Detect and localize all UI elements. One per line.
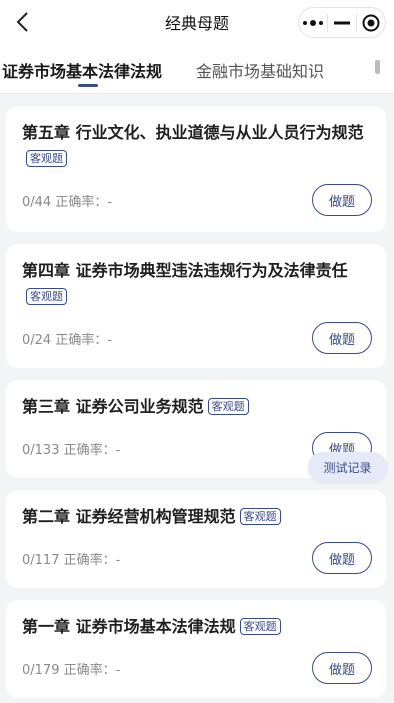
accuracy-text: 正确率：- <box>55 194 113 210</box>
mini-program-capsule <box>298 7 386 38</box>
progress-count: 0/117 <box>22 552 60 568</box>
tab-securities-law[interactable]: 证券市场基本法律法规 <box>2 58 162 82</box>
question-type-tag: 客观题 <box>26 150 67 167</box>
progress-count: 0/133 <box>22 442 60 458</box>
chapter-title: 第二章 证券经营机构管理规范 客观题 <box>22 504 372 530</box>
target-circle-icon <box>362 14 380 31</box>
chapter-title: 第一章 证券市场基本法律法规 客观题 <box>22 614 372 640</box>
top-bar: 经典母题 <box>0 0 394 44</box>
accuracy-text: 正确率：- <box>55 332 113 348</box>
chapter-title: 第三章 证券公司业务规范 客观题 <box>22 394 372 420</box>
minus-icon <box>334 21 350 24</box>
practice-button[interactable]: 做题 <box>312 322 372 354</box>
question-type-tag: 客观题 <box>26 288 67 305</box>
more-button[interactable] <box>299 8 327 37</box>
card-footer: 0/117 正确率：- 做题 <box>22 542 372 574</box>
accuracy-text: 正确率：- <box>63 552 121 568</box>
question-type-tag: 客观题 <box>207 398 249 415</box>
practice-button[interactable]: 做题 <box>312 542 372 574</box>
test-record-button[interactable]: 测试记录 <box>308 452 387 482</box>
tab-overflow-indicator <box>375 60 380 74</box>
progress-info: 0/117 正确率：- <box>22 549 120 568</box>
chapter-title-text: 第三章 证券公司业务规范 <box>22 397 204 416</box>
progress-info: 0/179 正确率：- <box>22 659 120 678</box>
chapter-title-text: 第二章 证券经营机构管理规范 <box>22 507 236 526</box>
accuracy-text: 正确率：- <box>63 442 121 458</box>
progress-count: 0/179 <box>22 662 60 678</box>
card-footer: 0/44 正确率：- 做题 <box>22 184 372 216</box>
more-dots-icon <box>303 19 323 26</box>
practice-button[interactable]: 做题 <box>312 652 372 684</box>
close-button[interactable] <box>357 8 385 37</box>
card-footer: 0/24 正确率：- 做题 <box>22 322 372 354</box>
page-title: 经典母题 <box>164 14 229 33</box>
chapter-card: 第二章 证券经营机构管理规范 客观题 0/117 正确率：- 做题 <box>6 490 386 588</box>
chapter-title: 第五章 行业文化、执业道德与从业人员行为规范客观题 <box>22 120 372 172</box>
card-footer: 0/179 正确率：- 做题 <box>22 652 372 684</box>
question-type-tag: 客观题 <box>239 618 281 635</box>
chapter-card: 第五章 行业文化、执业道德与从业人员行为规范客观题 0/44 正确率：- 做题 <box>6 106 386 232</box>
active-tab-indicator <box>78 84 98 87</box>
category-tabs: 证券市场基本法律法规 金融市场基础知识 <box>0 44 394 94</box>
chapter-card: 第四章 证券市场典型违法违规行为及法律责任客观题 0/24 正确率：- 做题 <box>6 244 386 368</box>
progress-info: 0/44 正确率：- <box>22 191 112 210</box>
progress-info: 0/133 正确率：- <box>22 439 120 458</box>
question-type-tag: 客观题 <box>239 508 281 525</box>
chapter-list: 第五章 行业文化、执业道德与从业人员行为规范客观题 0/44 正确率：- 做题 … <box>0 94 394 698</box>
back-button[interactable] <box>6 6 38 38</box>
chevron-left-icon <box>16 12 28 32</box>
chapter-title-text: 第四章 证券市场典型违法违规行为及法律责任 <box>22 261 348 280</box>
practice-button[interactable]: 做题 <box>312 184 372 216</box>
minimize-button[interactable] <box>328 8 356 37</box>
tab-financial-markets[interactable]: 金融市场基础知识 <box>196 58 324 82</box>
progress-count: 0/24 <box>22 332 52 348</box>
progress-count: 0/44 <box>22 194 52 210</box>
accuracy-text: 正确率：- <box>63 662 121 678</box>
chapter-card: 第一章 证券市场基本法律法规 客观题 0/179 正确率：- 做题 <box>6 600 386 698</box>
progress-info: 0/24 正确率：- <box>22 329 112 348</box>
chapter-title-text: 第一章 证券市场基本法律法规 <box>22 617 236 636</box>
chapter-title-text: 第五章 行业文化、执业道德与从业人员行为规范 <box>22 123 364 142</box>
chapter-title: 第四章 证券市场典型违法违规行为及法律责任客观题 <box>22 258 372 310</box>
